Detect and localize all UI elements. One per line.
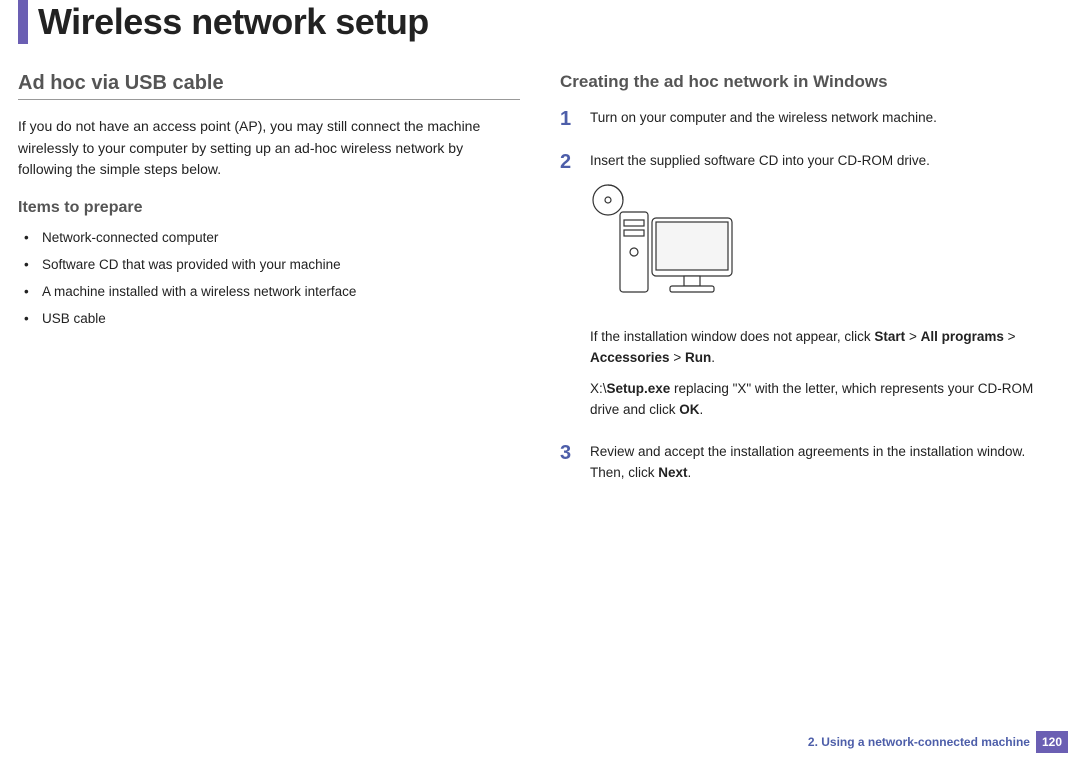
left-column: Ad hoc via USB cable If you do not have … — [18, 72, 520, 494]
note-text: > — [1004, 329, 1016, 344]
subheading-items: Items to prepare — [18, 199, 520, 217]
computer-cd-icon — [590, 182, 740, 312]
list-item: A machine installed with a wireless netw… — [24, 281, 520, 304]
note-bold: Start — [874, 329, 905, 344]
step-body: Turn on your computer and the wireless n… — [590, 108, 1062, 139]
note-text: > — [905, 329, 920, 344]
path-bold: Setup.exe — [607, 381, 671, 396]
title-accent-bar — [18, 0, 28, 44]
step-text: Turn on your computer and the wireless n… — [590, 108, 1062, 129]
list-item: Software CD that was provided with your … — [24, 254, 520, 277]
path-bold: OK — [679, 402, 699, 417]
step-1: 1 Turn on your computer and the wireless… — [560, 108, 1062, 139]
path-text: X:\ — [590, 381, 607, 396]
step-number: 3 — [560, 442, 576, 465]
note-text: If the installation window does not appe… — [590, 329, 874, 344]
page-title-row: Wireless network setup — [0, 0, 1080, 52]
note-bold: Run — [685, 350, 711, 365]
step-path: X:\Setup.exe replacing "X" with the lett… — [590, 379, 1062, 421]
step-text-span: Review and accept the installation agree… — [590, 444, 1025, 480]
note-bold: All programs — [921, 329, 1004, 344]
step-text-span: . — [688, 465, 692, 480]
list-item: USB cable — [24, 308, 520, 331]
content-columns: Ad hoc via USB cable If you do not have … — [0, 72, 1080, 494]
note-text: > — [670, 350, 685, 365]
step-2: 2 Insert the supplied software CD into y… — [560, 151, 1062, 431]
steps-list: 1 Turn on your computer and the wireless… — [560, 108, 1062, 494]
step-text: Review and accept the installation agree… — [590, 442, 1062, 484]
footer-page-number: 120 — [1036, 731, 1068, 753]
cd-computer-illustration — [590, 182, 1062, 319]
step-text: Insert the supplied software CD into you… — [590, 151, 1062, 172]
intro-paragraph: If you do not have an access point (AP),… — [18, 116, 520, 181]
step-3: 3 Review and accept the installation agr… — [560, 442, 1062, 494]
path-text: . — [700, 402, 704, 417]
right-column: Creating the ad hoc network in Windows 1… — [560, 72, 1062, 494]
footer-chapter: 2. Using a network-connected machine — [808, 735, 1030, 749]
step-body: Insert the supplied software CD into you… — [590, 151, 1062, 431]
note-bold: Accessories — [590, 350, 670, 365]
section-heading-adhoc: Ad hoc via USB cable — [18, 72, 520, 100]
prepare-list: Network-connected computer Software CD t… — [18, 227, 520, 331]
step-text-bold: Next — [658, 465, 687, 480]
list-item: Network-connected computer — [24, 227, 520, 250]
subheading-creating: Creating the ad hoc network in Windows — [560, 72, 1062, 92]
step-number: 2 — [560, 151, 576, 174]
page-title: Wireless network setup — [38, 1, 429, 43]
note-text: . — [711, 350, 715, 365]
page-footer: 2. Using a network-connected machine 120 — [808, 731, 1068, 753]
step-body: Review and accept the installation agree… — [590, 442, 1062, 494]
step-number: 1 — [560, 108, 576, 131]
step-note: If the installation window does not appe… — [590, 327, 1062, 369]
